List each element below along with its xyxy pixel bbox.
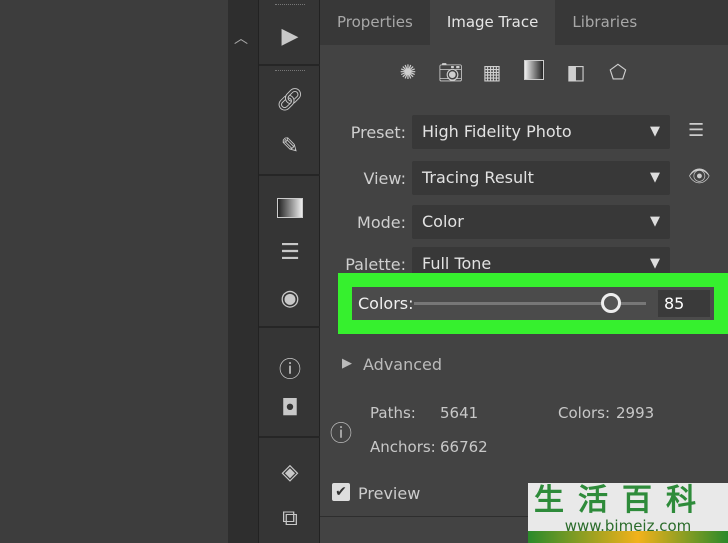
layers-icon[interactable]: ◈ [259,460,321,485]
colors-value-input[interactable]: 85 [658,290,710,317]
collapse-chevron-up-icon[interactable]: ︿ [234,28,248,48]
brushes-icon[interactable]: ✎ [259,134,321,159]
chevron-down-icon: ▼ [650,214,660,229]
colors-stat-label: Colors: [558,404,611,422]
eye-icon[interactable]: 👁︎ [688,166,711,187]
info-icon: ⓘ [330,422,353,447]
watermark-chinese-text: 生活百科 [534,483,710,518]
image-trace-icon[interactable]: ◘ [259,396,321,421]
image-trace-panel: Properties Image Trace Libraries ✺ 📷︎ ▦ … [320,0,728,543]
mode-dropdown[interactable]: Color ▼ [412,205,670,239]
black-white-icon[interactable]: ◧ [564,60,588,84]
artboard-canvas[interactable] [0,0,228,543]
view-dropdown[interactable]: Tracing Result ▼ [412,161,670,195]
colors-label: Colors: [358,294,414,313]
chevron-down-icon: ▼ [650,170,660,185]
dock-grip[interactable] [275,70,305,73]
paths-value: 5641 [440,404,479,422]
auto-color-icon[interactable]: ✺ [396,60,420,84]
view-label: View: [363,169,406,188]
artboards-icon[interactable]: ⧉ [259,506,321,531]
view-value: Tracing Result [422,168,534,187]
transparency-icon[interactable]: ◉ [259,286,321,311]
watermark-logo: 生活百科 www.bimeiz.com [528,483,728,543]
dock-divider [259,174,321,176]
play-action-icon[interactable]: ▶ [259,24,321,49]
paths-label: Paths: [370,404,416,422]
dock-divider [259,326,321,328]
panel-dock: ▶ 🔗︎ ✎ ☰ ◉ ⓘ ◘ ◈ ⧉ [258,0,321,543]
grayscale-icon[interactable] [522,60,546,84]
dock-divider [259,436,321,438]
links-icon[interactable]: 🔗︎ [259,88,321,113]
dock-divider [259,64,321,66]
advanced-triangle-icon[interactable]: ▶ [342,356,352,371]
colors-slider-row: Colors: 85 [352,287,714,320]
palette-value: Full Tone [422,254,492,273]
preview-label: Preview [358,484,421,503]
dock-grip[interactable] [275,4,305,7]
panel-scrollbar[interactable]: ︿ [228,0,258,543]
chevron-down-icon: ▼ [650,124,660,139]
preset-value: High Fidelity Photo [422,122,572,141]
preset-dropdown[interactable]: High Fidelity Photo ▼ [412,115,670,149]
outline-icon[interactable]: ⬠ [606,60,630,84]
advanced-toggle[interactable]: Advanced [363,355,442,374]
mode-label: Mode: [357,213,406,232]
preset-menu-icon[interactable]: ☰ [688,120,704,141]
stroke-icon[interactable]: ☰ [259,240,321,265]
tab-properties[interactable]: Properties [320,0,430,45]
gradient-icon[interactable] [259,198,321,224]
preview-checkbox[interactable]: ✔ [332,483,350,501]
low-color-icon[interactable]: ▦ [480,60,504,84]
mode-value: Color [422,212,464,231]
tab-image-trace[interactable]: Image Trace [429,0,556,45]
anchors-value: 66762 [440,438,488,456]
info-icon[interactable]: ⓘ [259,352,321,384]
anchors-label: Anchors: [370,438,436,456]
tab-libraries[interactable]: Libraries [555,0,654,45]
preset-label: Preset: [350,123,406,142]
palette-label: Palette: [345,255,406,274]
colors-stat-value: 2993 [616,404,655,422]
high-color-icon[interactable]: 📷︎ [438,60,463,84]
watermark-swoosh [528,531,728,543]
colors-slider-thumb[interactable] [601,293,622,313]
